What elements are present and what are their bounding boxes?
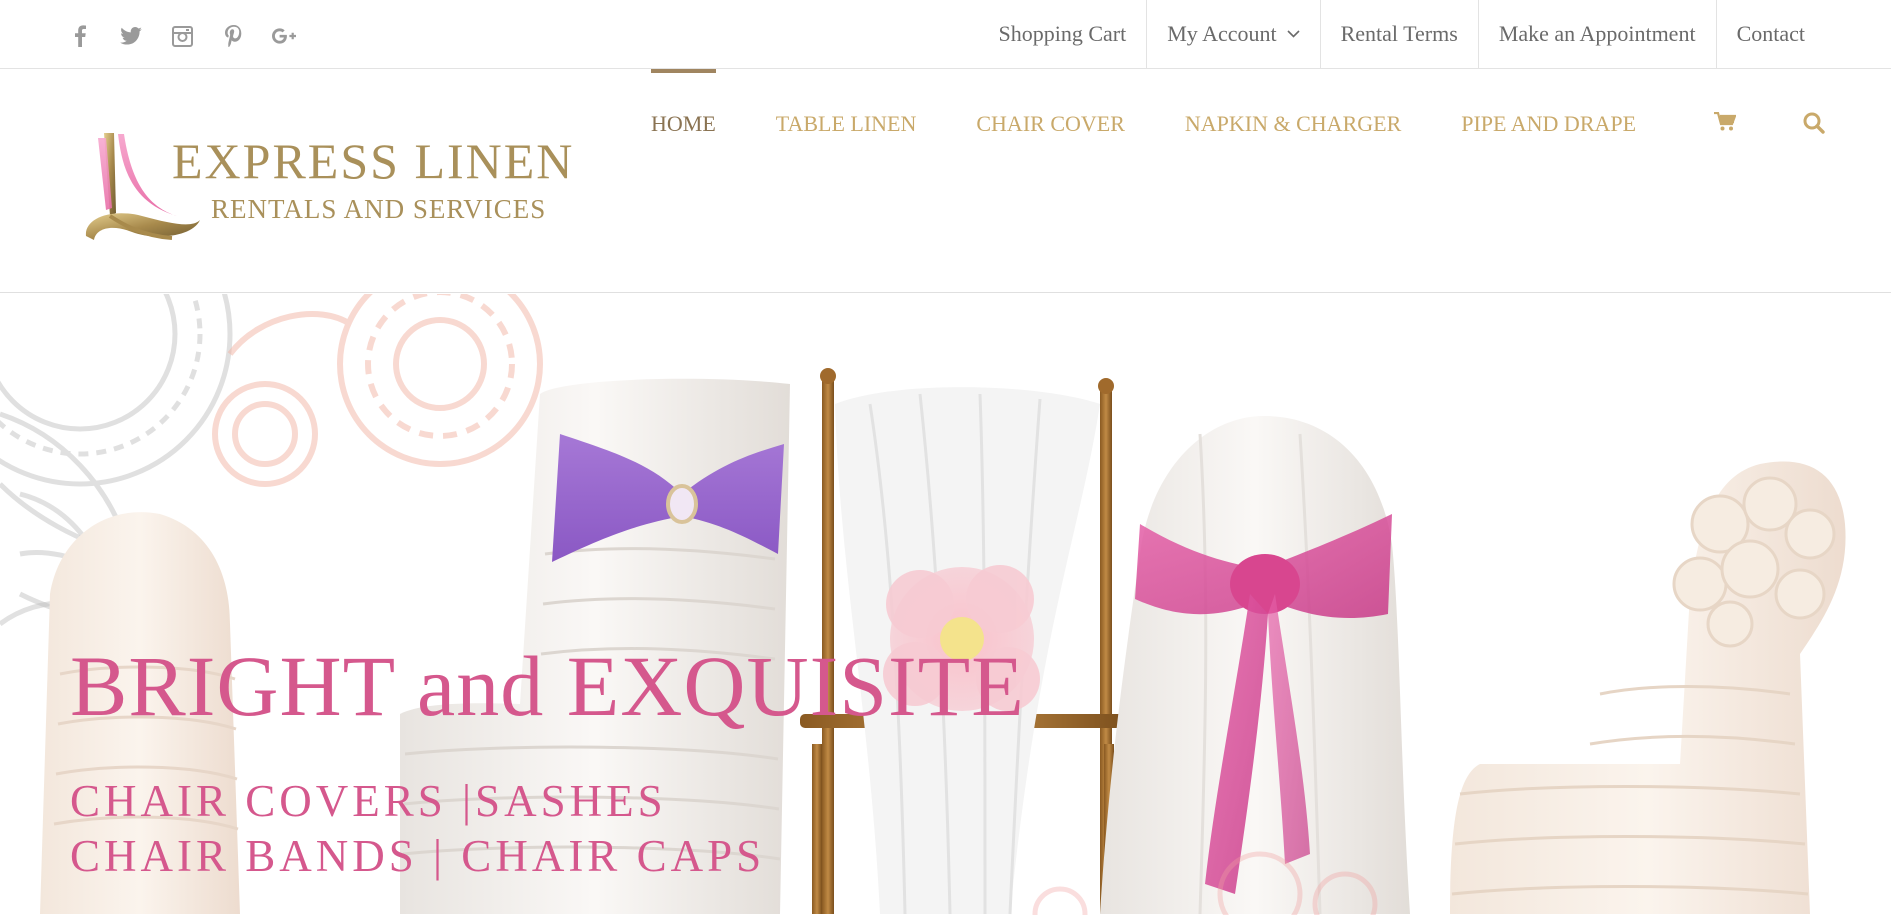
shopping-cart-link[interactable]: Shopping Cart	[978, 0, 1146, 68]
my-account-label: My Account	[1167, 21, 1277, 46]
nav-table-linen[interactable]: TABLE LINEN	[776, 69, 917, 179]
cart-icon[interactable]	[1714, 111, 1737, 137]
pinterest-icon[interactable]	[221, 24, 245, 48]
nav-table-linen-label: TABLE LINEN	[775, 111, 917, 136]
search-icon[interactable]	[1803, 112, 1825, 139]
twitter-icon[interactable]	[119, 24, 143, 48]
instagram-icon[interactable]	[170, 24, 194, 48]
nav-pipe-and-drape[interactable]: PIPE AND DRAPE	[1461, 69, 1636, 179]
contact-label: Contact	[1736, 21, 1805, 46]
hero-banner: BRIGHT and EXQUISITE CHAIR COVERS |SASHE…	[0, 294, 1891, 915]
site-header: EXPRESS LINEN RENTALS AND SERVICES HOME …	[0, 69, 1891, 293]
nav-pipe-and-drape-label: PIPE AND DRAPE	[1461, 111, 1637, 136]
rental-terms-label: Rental Terms	[1340, 21, 1458, 46]
secondary-nav: Shopping Cart My Account Rental Terms Ma…	[978, 0, 1825, 68]
nav-chair-cover-label: CHAIR COVER	[976, 111, 1125, 136]
nav-home[interactable]: HOME	[651, 69, 716, 179]
hero-subtitle-2: CHAIR BANDS | CHAIR CAPS	[70, 831, 766, 881]
facebook-icon[interactable]	[68, 24, 92, 48]
my-account-menu[interactable]: My Account	[1146, 0, 1319, 68]
hero-title: BRIGHT and EXQUISITE	[70, 638, 1025, 734]
make-appointment-link[interactable]: Make an Appointment	[1477, 0, 1716, 68]
chevron-down-icon	[1287, 30, 1300, 38]
nav-chair-cover[interactable]: CHAIR COVER	[976, 69, 1125, 179]
google-plus-icon[interactable]	[272, 24, 296, 48]
logo-line1: EXPRESS LINEN	[172, 133, 575, 189]
make-appointment-label: Make an Appointment	[1498, 21, 1696, 46]
nav-napkin-charger[interactable]: NAPKIN & CHARGER	[1185, 69, 1401, 179]
logo-line2: RENTALS AND SERVICES	[211, 194, 547, 224]
nav-napkin-charger-label: NAPKIN & CHARGER	[1184, 111, 1402, 136]
shopping-cart-label: Shopping Cart	[998, 21, 1127, 46]
rental-terms-link[interactable]: Rental Terms	[1319, 0, 1478, 68]
contact-link[interactable]: Contact	[1715, 0, 1825, 68]
main-nav: HOME TABLE LINEN CHAIR COVER NAPKIN & CH…	[651, 69, 1696, 179]
nav-home-label: HOME	[651, 111, 716, 136]
top-bar: Shopping Cart My Account Rental Terms Ma…	[0, 0, 1891, 69]
site-logo[interactable]: EXPRESS LINEN RENTALS AND SERVICES	[82, 128, 572, 248]
hero-subtitle-1: CHAIR COVERS |SASHES	[70, 776, 667, 826]
social-links	[68, 24, 296, 48]
